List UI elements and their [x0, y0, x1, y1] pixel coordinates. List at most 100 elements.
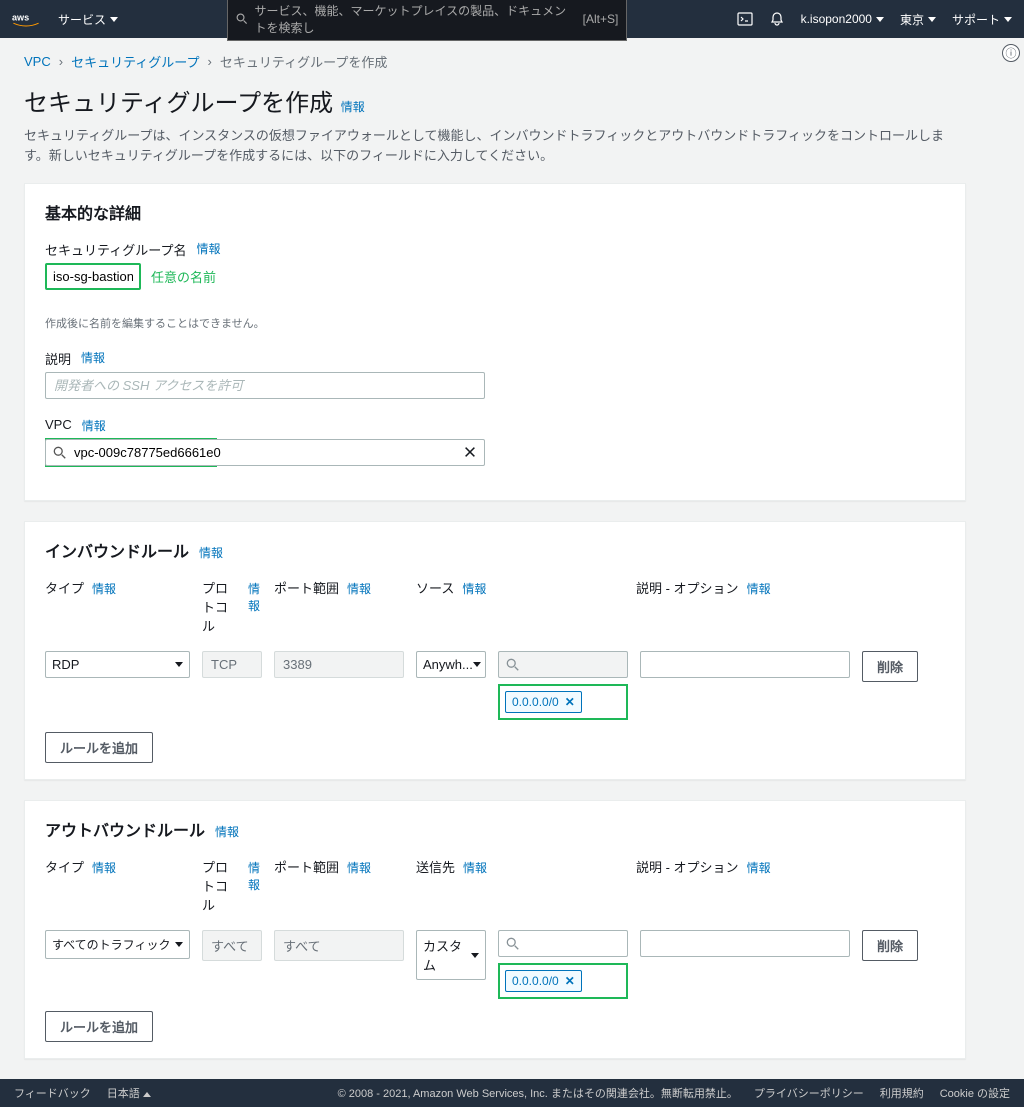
caret-down-icon	[110, 17, 118, 22]
privacy-link[interactable]: プライバシーポリシー	[754, 1085, 864, 1101]
col-desc: 説明 - オプション	[636, 578, 739, 597]
search-icon	[506, 658, 520, 672]
close-icon[interactable]	[463, 445, 477, 459]
info-link[interactable]: 情報	[92, 580, 116, 597]
outbound-header-row: タイプ情報 プロトコル情報 ポート範囲情報 送信先情報 説明 - オプション情報	[45, 857, 945, 918]
col-protocol: プロトコル	[202, 857, 240, 914]
cloudshell-icon[interactable]	[737, 11, 753, 27]
terms-link[interactable]: 利用規約	[880, 1085, 924, 1101]
dest-select[interactable]: カスタム	[416, 930, 486, 980]
info-link[interactable]: 情報	[347, 859, 371, 876]
col-type: タイプ	[45, 578, 84, 597]
annotation-name: 任意の名前	[151, 267, 216, 286]
footer: フィードバック 日本語 © 2008 - 2021, Amazon Web Se…	[0, 1079, 1024, 1107]
info-link[interactable]: 情報	[347, 580, 371, 597]
outbound-rule-row: すべてのトラフィック すべて すべて カスタム 0.0.0.0/0✕ 削除	[45, 930, 945, 999]
search-icon	[236, 12, 248, 26]
caret-down-icon	[175, 662, 183, 667]
port-field: すべて	[274, 930, 404, 961]
col-port: ポート範囲	[274, 857, 339, 876]
caret-down-icon	[175, 942, 183, 947]
protocol-field: TCP	[202, 651, 262, 678]
search-icon	[506, 937, 520, 951]
port-field: 3389	[274, 651, 404, 678]
delete-rule-button[interactable]: 削除	[862, 930, 918, 961]
type-select[interactable]: すべてのトラフィック	[45, 930, 190, 959]
vpc-input-full[interactable]	[45, 439, 485, 466]
breadcrumb-sg[interactable]: セキュリティグループ	[71, 52, 199, 71]
aws-logo[interactable]: aws	[12, 10, 40, 28]
svg-text:aws: aws	[12, 12, 29, 22]
info-link[interactable]: 情報	[92, 859, 116, 876]
info-link[interactable]: 情報	[463, 859, 487, 876]
caret-down-icon	[143, 1092, 151, 1097]
breadcrumb-vpc[interactable]: VPC	[24, 54, 51, 69]
global-search[interactable]: サービス、機能、マーケットプレイスの製品、ドキュメントを検索し [Alt+S]	[227, 0, 627, 41]
info-link[interactable]: 情報	[747, 859, 771, 876]
page-title: セキュリティグループを作成	[24, 90, 333, 117]
desc-label: 説明	[45, 349, 71, 368]
col-dest: 送信先	[416, 857, 455, 876]
inbound-heading: インバウンドルール	[45, 538, 189, 562]
close-icon[interactable]: ✕	[565, 974, 575, 988]
info-link[interactable]: 情報	[248, 580, 262, 614]
caret-down-icon	[471, 953, 479, 958]
top-nav: aws サービス サービス、機能、マーケットプレイスの製品、ドキュメントを検索し…	[0, 0, 1024, 38]
info-link[interactable]: 情報	[81, 349, 105, 368]
info-link[interactable]: 情報	[199, 544, 223, 561]
col-type: タイプ	[45, 857, 84, 876]
support-menu[interactable]: サポート	[952, 11, 1012, 28]
inbound-header-row: タイプ情報 プロトコル情報 ポート範囲情報 ソース情報 説明 - オプション情報	[45, 578, 945, 639]
type-select[interactable]: RDP	[45, 651, 190, 678]
search-icon	[53, 446, 67, 460]
cookie-link[interactable]: Cookie の設定	[940, 1085, 1010, 1101]
global-search-wrap: サービス、機能、マーケットプレイスの製品、ドキュメントを検索し [Alt+S]	[136, 0, 719, 41]
info-link[interactable]: 情報	[215, 823, 239, 840]
chevron-right-icon: ›	[59, 54, 63, 69]
desc-input[interactable]	[45, 372, 485, 399]
outbound-heading: アウトバウンドルール	[45, 817, 205, 841]
basic-details-panel: 基本的な詳細 セキュリティグループ名情報 任意の名前 作成後に名前を編集すること…	[24, 183, 966, 501]
region-menu[interactable]: 東京	[900, 11, 936, 28]
info-link[interactable]: 情報	[248, 859, 262, 893]
col-port: ポート範囲	[274, 578, 339, 597]
sg-name-hint: 作成後に名前を編集することはできません。	[45, 315, 945, 331]
info-link[interactable]: 情報	[82, 417, 106, 434]
cidr-tag: 0.0.0.0/0✕	[505, 691, 582, 713]
delete-rule-button[interactable]: 削除	[862, 651, 918, 682]
sg-name-input[interactable]	[45, 263, 141, 290]
search-hint: [Alt+S]	[583, 12, 619, 26]
source-select[interactable]: Anywh...	[416, 651, 486, 678]
caret-down-icon	[928, 17, 936, 22]
inbound-panel: インバウンドルール情報 タイプ情報 プロトコル情報 ポート範囲情報 ソース情報 …	[24, 521, 966, 780]
rule-desc-input[interactable]	[640, 930, 850, 957]
page-info-link[interactable]: 情報	[341, 100, 365, 114]
account-menu[interactable]: k.isopon2000	[801, 12, 884, 26]
info-link[interactable]: 情報	[747, 580, 771, 597]
basic-heading: 基本的な詳細	[45, 200, 945, 224]
caret-down-icon	[473, 662, 481, 667]
cidr-tag: 0.0.0.0/0✕	[505, 970, 582, 992]
page-subtitle: セキュリティグループは、インスタンスの仮想ファイアウォールとして機能し、インバウ…	[24, 126, 966, 165]
bell-icon[interactable]	[769, 11, 785, 27]
feedback-link[interactable]: フィードバック	[14, 1085, 91, 1101]
protocol-field: すべて	[202, 930, 262, 961]
services-menu[interactable]: サービス	[58, 11, 118, 28]
inbound-rule-row: RDP TCP 3389 Anywh... 0.0.0.0/0✕ 削除	[45, 651, 945, 720]
chevron-right-icon: ›	[208, 54, 212, 69]
breadcrumb-current: セキュリティグループを作成	[220, 52, 387, 71]
add-outbound-rule-button[interactable]: ルールを追加	[45, 1011, 153, 1042]
caret-down-icon	[876, 17, 884, 22]
caret-down-icon	[1004, 17, 1012, 22]
col-protocol: プロトコル	[202, 578, 240, 635]
close-icon[interactable]: ✕	[565, 695, 575, 709]
add-inbound-rule-button[interactable]: ルールを追加	[45, 732, 153, 763]
sg-name-label: セキュリティグループ名	[45, 240, 186, 259]
vpc-label: VPC	[45, 417, 72, 434]
col-source: ソース	[416, 578, 454, 597]
info-link[interactable]: 情報	[462, 580, 486, 597]
info-link[interactable]: 情報	[196, 240, 220, 259]
rule-desc-input[interactable]	[640, 651, 850, 678]
info-panel-toggle[interactable]: ⓘ	[1002, 44, 1020, 62]
language-menu[interactable]: 日本語	[107, 1085, 151, 1101]
